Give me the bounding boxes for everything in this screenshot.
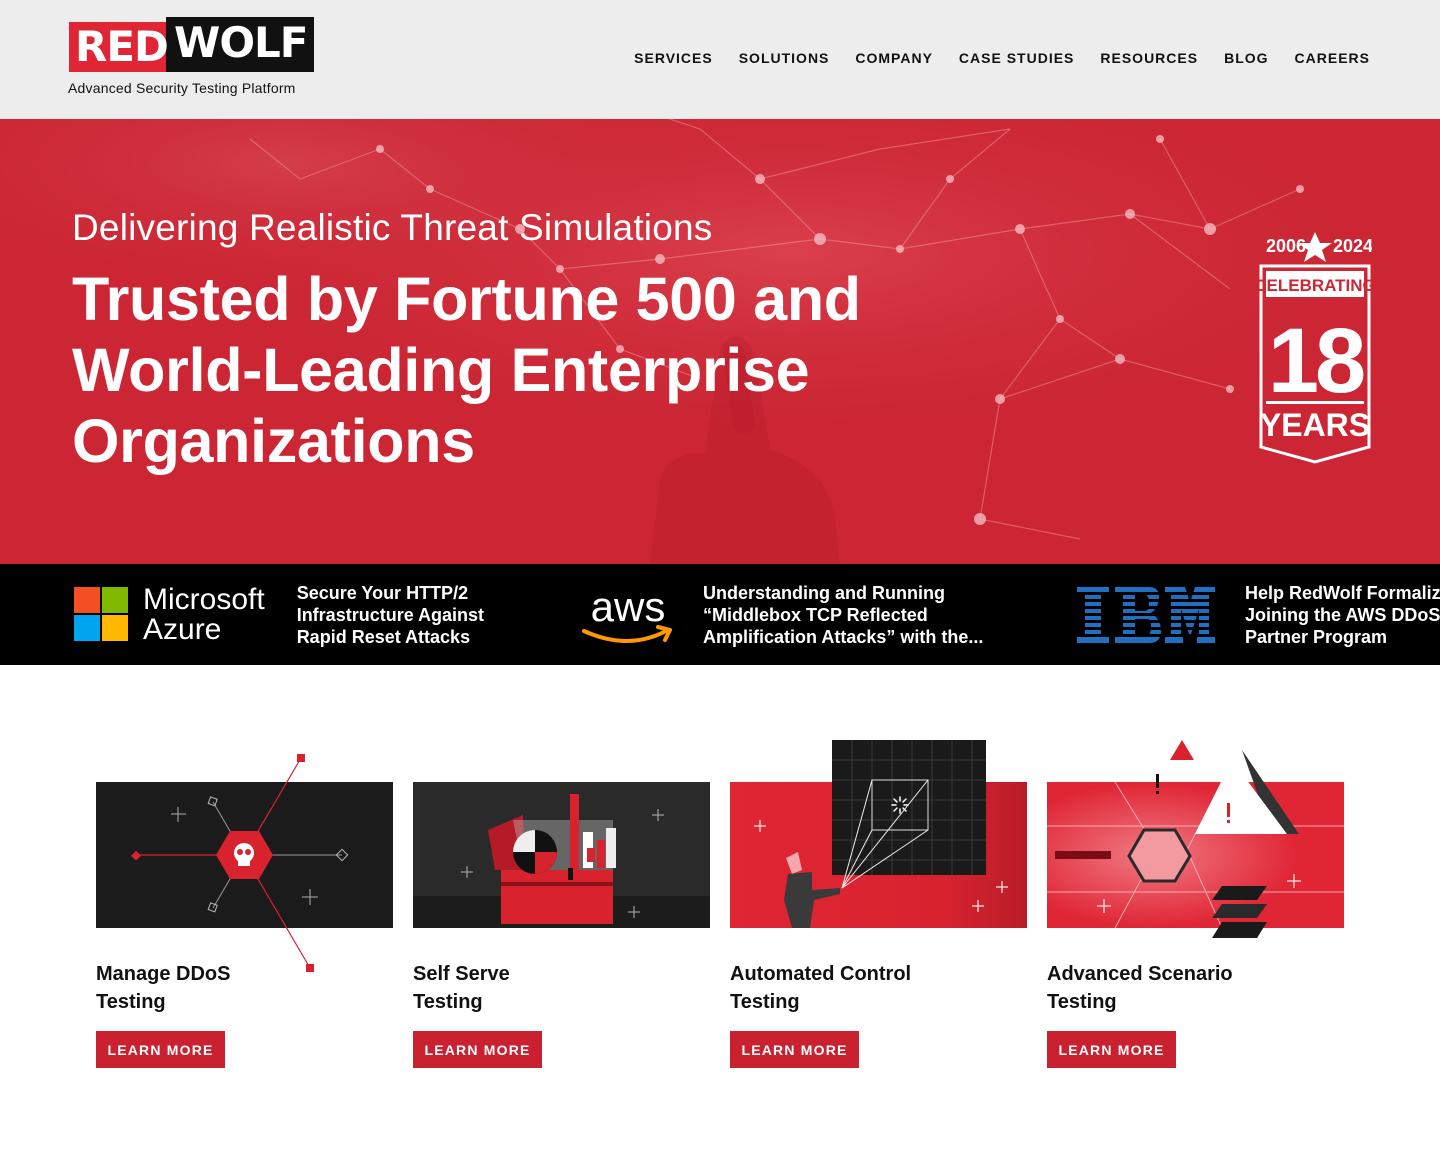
nav-company[interactable]: COMPANY — [855, 50, 933, 66]
card-title-line1: Automated Control — [730, 963, 912, 985]
aws-logo-icon: aws — [582, 585, 672, 643]
badge-years: YEARS — [1260, 407, 1370, 443]
card-self-serve: Self Serve Testing LEARN MORE — [413, 740, 710, 1070]
news-ibm-line1: Help RedWolf Formaliz — [1245, 582, 1440, 603]
azure-wordmark-line2: Azure — [143, 612, 222, 646]
learn-more-button[interactable]: LEARN MORE — [1047, 1031, 1176, 1068]
badge-year-end: 2024 — [1333, 236, 1372, 256]
badge-number: 18 — [1268, 310, 1364, 412]
news-azure-line1: Secure Your HTTP/2 — [296, 582, 469, 603]
microsoft-logo-icon — [74, 587, 128, 641]
service-cards: Manage DDoS Testing LEARN MORE Self Serv… — [96, 740, 1346, 1080]
aws-wordmark: aws — [591, 585, 666, 630]
news-headline-azure[interactable]: Secure Your HTTP/2 Infrastructure Agains… — [297, 582, 484, 648]
ibm-logo-icon — [1077, 586, 1215, 643]
hero-title: Trusted by Fortune 500 and World-Leading… — [72, 265, 861, 475]
nav-services[interactable]: SERVICES — [634, 50, 713, 66]
learn-more-button[interactable]: LEARN MORE — [96, 1031, 225, 1068]
learn-more-button[interactable]: LEARN MORE — [730, 1031, 859, 1068]
card-title-automated-control: Automated Control Testing — [730, 960, 1027, 1016]
learn-more-button[interactable]: LEARN MORE — [413, 1031, 542, 1068]
news-ibm-line2: Joining the AWS DDoS — [1245, 604, 1440, 625]
nav-blog[interactable]: BLOG — [1224, 50, 1268, 66]
news-item-azure[interactable]: Microsoft Azure Secure Your HTTP/2 Infra… — [74, 564, 484, 665]
news-ibm-line3: Partner Program — [1245, 626, 1388, 647]
logo-tagline: Advanced Security Testing Platform — [68, 80, 296, 96]
skull-hexagon-icon — [96, 754, 393, 972]
news-item-aws[interactable]: aws Understanding and Running “Middlebox… — [582, 564, 983, 665]
card-title-self-serve: Self Serve Testing — [413, 960, 710, 1016]
nav-solutions[interactable]: SOLUTIONS — [739, 50, 830, 66]
news-aws-line1: Understanding and Running — [703, 582, 945, 603]
card-title-manage-ddos: Manage DDoS Testing — [96, 960, 393, 1016]
main-nav: SERVICES SOLUTIONS COMPANY CASE STUDIES … — [634, 50, 1370, 66]
card-automated-control: Automated Control Testing LEARN MORE — [730, 740, 1027, 1070]
nav-case-studies[interactable]: CASE STUDIES — [959, 50, 1074, 66]
projector-screen-icon — [730, 740, 1027, 928]
toolbox-icon — [413, 782, 710, 928]
card-title-line1: Self Serve — [413, 963, 510, 985]
card-advanced-scenario: Advanced Scenario Testing LEARN MORE — [1047, 740, 1344, 1070]
card-title-line2: Testing — [96, 991, 166, 1013]
card-title-line2: Testing — [413, 991, 483, 1013]
anniversary-badge: 2006 2024 CELEBRATING 18 YEARS — [1258, 232, 1372, 464]
warning-triangle-icon — [1047, 740, 1344, 938]
news-headline-ibm[interactable]: Help RedWolf Formaliz Joining the AWS DD… — [1245, 582, 1440, 648]
card-title-advanced-scenario: Advanced Scenario Testing — [1047, 960, 1344, 1016]
news-ticker: Microsoft Azure Secure Your HTTP/2 Infra… — [0, 564, 1440, 665]
azure-wordmark: Microsoft Azure — [143, 582, 265, 646]
nav-resources[interactable]: RESOURCES — [1100, 50, 1198, 66]
redwolf-logo[interactable]: RED WOLF — [68, 16, 318, 76]
news-aws-line2: “Middlebox TCP Reflected — [703, 604, 928, 625]
badge-celebrating: CELEBRATING — [1258, 276, 1372, 295]
badge-year-start: 2006 — [1266, 236, 1306, 256]
hero-subtitle: Delivering Realistic Threat Simulations — [72, 207, 713, 248]
card-title-line1: Advanced Scenario — [1047, 963, 1233, 985]
logo-text-red: RED — [75, 22, 169, 71]
card-manage-ddos: Manage DDoS Testing LEARN MORE — [96, 740, 393, 1070]
news-azure-line2: Infrastructure Against — [296, 604, 485, 625]
news-azure-line3: Rapid Reset Attacks — [296, 626, 471, 647]
news-aws-line3: Amplification Attacks” with the... — [703, 626, 984, 647]
card-title-line2: Testing — [730, 991, 800, 1013]
hero-banner: Delivering Realistic Threat Simulations … — [0, 119, 1440, 564]
site-header: RED WOLF Advanced Security Testing Platf… — [0, 0, 1440, 119]
nav-careers[interactable]: CAREERS — [1295, 50, 1370, 66]
news-item-ibm[interactable]: Help RedWolf Formaliz Joining the AWS DD… — [1077, 564, 1440, 665]
card-title-line2: Testing — [1047, 991, 1117, 1013]
news-headline-aws[interactable]: Understanding and Running “Middlebox TCP… — [703, 582, 983, 648]
logo-text-wolf: WOLF — [174, 18, 308, 67]
card-title-line1: Manage DDoS — [96, 963, 231, 985]
azure-wordmark-line1: Microsoft — [143, 582, 265, 616]
